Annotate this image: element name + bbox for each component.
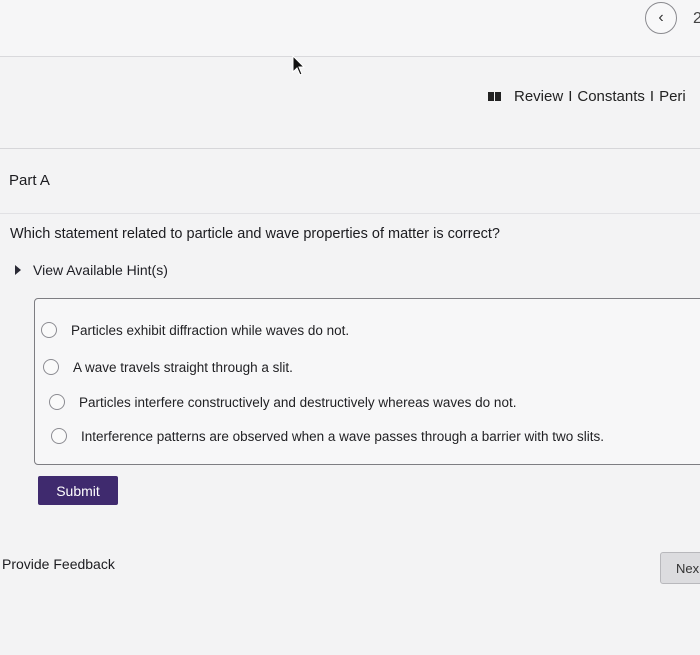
- view-hints-toggle[interactable]: View Available Hint(s): [15, 262, 168, 278]
- radio-button[interactable]: [51, 428, 67, 444]
- provide-feedback-link[interactable]: Provide Feedback: [2, 556, 115, 572]
- chevron-left-icon: ‹: [658, 9, 664, 26]
- question-text: Which statement related to particle and …: [10, 226, 500, 242]
- separator: I: [649, 88, 655, 105]
- resource-toolbar: Review I Constants I Peri: [488, 88, 686, 105]
- answer-option[interactable]: Particles exhibit diffraction while wave…: [41, 322, 349, 338]
- option-label: Particles interfere constructively and d…: [79, 394, 517, 410]
- answer-options: Particles exhibit diffraction while wave…: [34, 298, 700, 465]
- top-bar: ‹ 2: [0, 0, 700, 57]
- truncated-label: 2: [693, 10, 700, 27]
- constants-link[interactable]: Constants: [577, 88, 645, 105]
- answer-option[interactable]: Particles interfere constructively and d…: [49, 394, 516, 410]
- radio-button[interactable]: [43, 359, 59, 375]
- submit-button[interactable]: Submit: [38, 476, 118, 505]
- option-label: Particles exhibit diffraction while wave…: [71, 322, 350, 338]
- section-divider: [0, 148, 700, 149]
- periodic-table-link[interactable]: Peri: [659, 88, 686, 105]
- answer-option[interactable]: Interference patterns are observed when …: [51, 428, 604, 444]
- separator: I: [568, 88, 573, 105]
- caret-right-icon: [15, 265, 21, 275]
- part-title: Part A: [9, 172, 50, 189]
- back-button[interactable]: ‹: [645, 2, 677, 34]
- hints-label: View Available Hint(s): [33, 262, 168, 278]
- book-icon: [488, 92, 502, 101]
- radio-button[interactable]: [49, 394, 65, 410]
- next-button[interactable]: Nex: [660, 552, 700, 584]
- section-divider: [0, 213, 700, 214]
- radio-button[interactable]: [41, 322, 57, 338]
- option-label: A wave travels straight through a slit.: [73, 359, 293, 375]
- mouse-cursor-icon: [292, 55, 306, 76]
- option-label: Interference patterns are observed when …: [81, 428, 605, 444]
- answer-option[interactable]: A wave travels straight through a slit.: [43, 359, 293, 375]
- review-link[interactable]: Review: [514, 88, 563, 105]
